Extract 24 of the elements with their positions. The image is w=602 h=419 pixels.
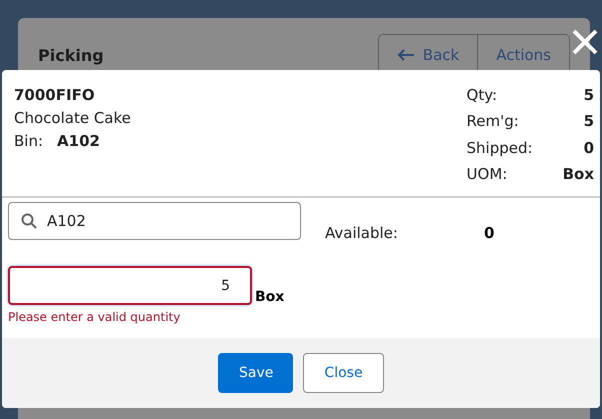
summary-value: 0 [582, 138, 594, 158]
item-code: 7000FIFO [14, 86, 96, 104]
item-description: Chocolate Cake [14, 109, 131, 127]
summary-label: Qty: [466, 86, 498, 106]
bin-search-field[interactable]: A102 [8, 202, 301, 240]
quantity-field[interactable]: 5 [8, 266, 252, 305]
summary-value: 5 [582, 86, 594, 106]
summary-label: UOM: [466, 164, 508, 185]
search-icon [21, 213, 37, 229]
save-button[interactable]: Save [218, 353, 293, 393]
unit-label: Box [255, 289, 284, 305]
page-title: Picking [38, 46, 104, 65]
bin-value: A102 [57, 132, 100, 150]
error-message: Please enter a valid quantity [8, 310, 182, 324]
available-label: Available: [325, 224, 398, 242]
arrow-left-icon [396, 48, 415, 62]
summary-value: 5 [582, 112, 594, 132]
summary-label: Rem'g: [466, 112, 520, 132]
summary-label: Shipped: [466, 138, 533, 158]
close-button[interactable]: Close [303, 353, 384, 393]
available-value: 0 [484, 224, 494, 242]
summary-value: Box [562, 164, 594, 185]
bin-label: Bin: [14, 132, 44, 150]
close-icon[interactable] [571, 28, 599, 56]
